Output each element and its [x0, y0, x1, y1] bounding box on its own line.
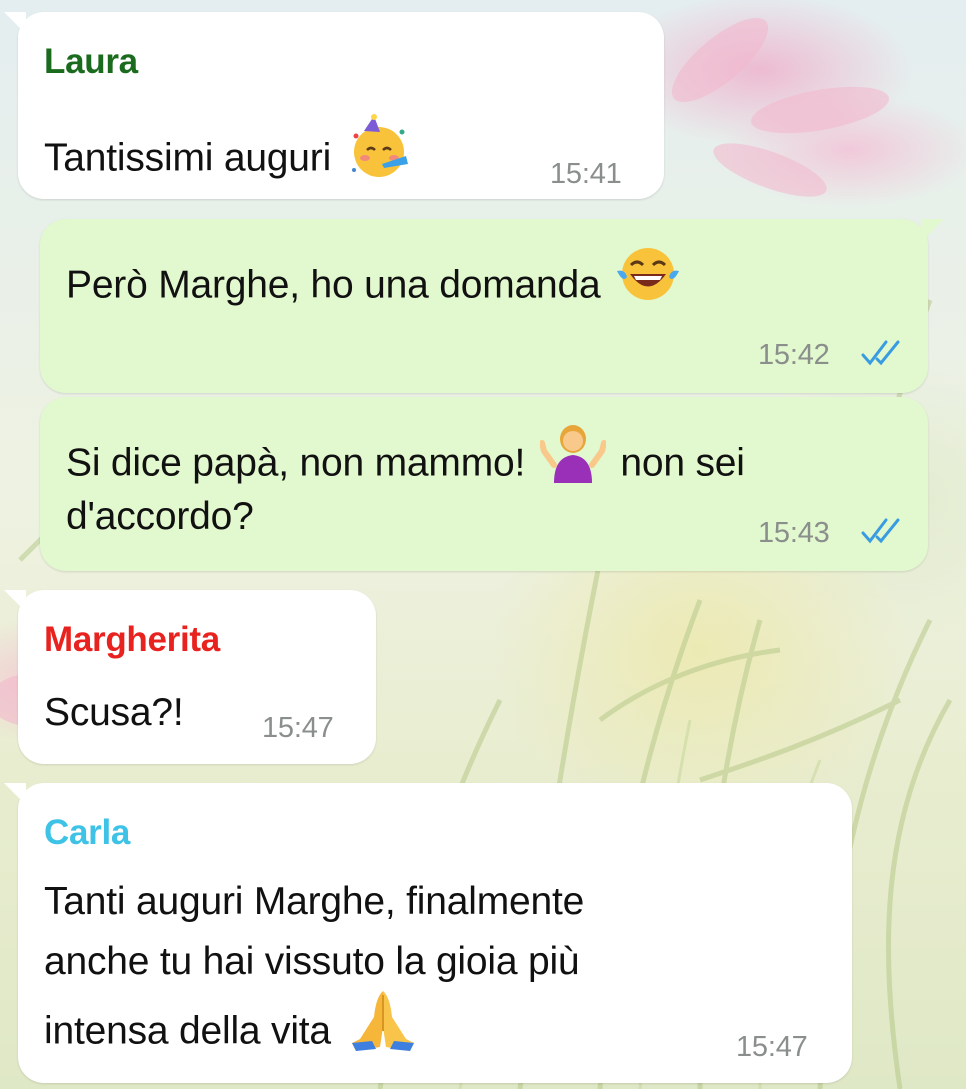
message-list[interactable]: Laura Tantissimi auguri 15:41 Però Margh… [0, 0, 966, 1089]
sender-name[interactable]: Margherita [44, 620, 220, 660]
message-bubble[interactable]: Carla Tanti auguri Marghe, finalmente an… [4, 783, 852, 1083]
message-timestamp: 15:43 [758, 517, 830, 549]
message-bubble[interactable]: Però Marghe, ho una domanda 15:42 [40, 219, 944, 393]
read-receipt-icon [861, 340, 900, 366]
message-timestamp: 15:47 [736, 1031, 808, 1063]
message-bubble[interactable]: Si dice papà, non mammo! non sei d'accor… [40, 397, 928, 571]
message-timestamp: 15:41 [550, 158, 622, 190]
bubble-tail [4, 12, 26, 34]
face-with-tears-of-joy-icon [615, 243, 681, 323]
bubble-tail [4, 783, 26, 805]
message-text-content-part: Tanti auguri Marghe, finalmente [44, 880, 585, 923]
message-text: d'accordo? [66, 486, 254, 547]
message-text: Tanti auguri Marghe, finalmente [44, 871, 584, 932]
sender-name[interactable]: Carla [44, 813, 130, 853]
bubble-tail [922, 219, 944, 241]
message-bubble[interactable]: Margherita Scusa?! 15:47 [4, 590, 376, 764]
message-text: Tantissimi auguri [44, 114, 416, 202]
message-timestamp: 15:47 [262, 712, 334, 744]
message-text-content: Tantissimi auguri [44, 136, 332, 180]
folded-hands-icon [346, 987, 420, 1071]
partying-face-icon [346, 114, 412, 198]
message-text-content: Però Marghe, ho una domanda [66, 263, 601, 307]
message-bubble[interactable]: Laura Tantissimi auguri 15:41 [4, 12, 664, 202]
message-text: intensa della vita [44, 991, 424, 1075]
message-text: Però Marghe, ho una domanda [66, 247, 685, 327]
message-text-content-part: anche tu hai vissuto la gioia più [44, 940, 580, 983]
woman-shrugging-icon [538, 421, 607, 501]
message-timestamp: 15:42 [758, 339, 830, 371]
message-text-content: Scusa?! [44, 691, 184, 734]
message-text: Scusa?! [44, 682, 184, 743]
message-text-content-part: non sei [620, 441, 745, 485]
read-receipt-icon [861, 518, 900, 544]
bubble-tail [4, 590, 26, 612]
message-text: anche tu hai vissuto la gioia più [44, 931, 580, 992]
message-text-content-part: Si dice papà, non mammo! [66, 441, 526, 485]
message-text-content-part: intensa della vita [44, 1009, 331, 1053]
sender-name[interactable]: Laura [44, 42, 138, 82]
message-text-content-part: d'accordo? [66, 495, 254, 538]
